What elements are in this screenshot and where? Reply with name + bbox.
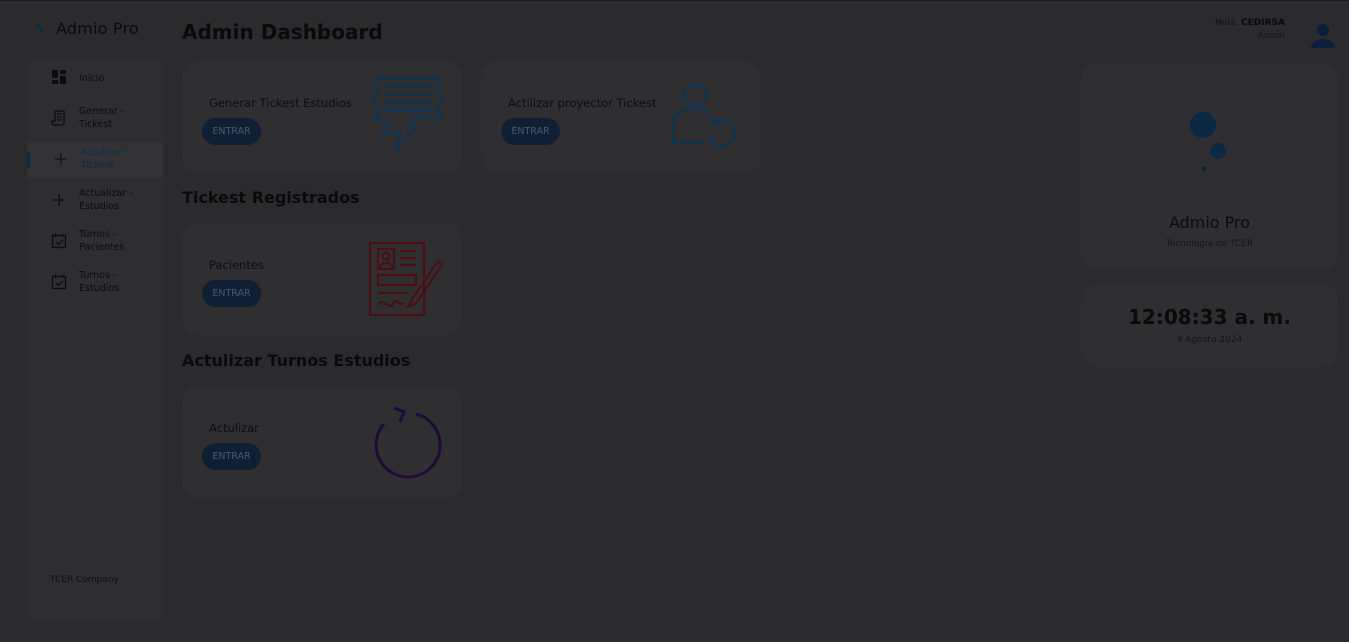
plus-icon [53,194,65,206]
refresh-icon [374,406,442,479]
page-title: Admin Dashboard [182,20,383,44]
document-icon [51,110,65,126]
patient-form-icon [368,241,444,317]
card-proyector-tickest: Actilizar proyector Tickest ENTRAR [481,61,761,173]
card-actulizar: Actulizar ENTRAR [182,386,462,498]
dashboard-icon [52,70,66,84]
brand-name: Admio Pro [56,19,139,38]
sidebar-item-actualizar-estudios[interactable]: Actualizar - Estudios [27,183,163,219]
brand-logo[interactable]: Admio Pro [34,19,139,38]
sidebar-item-label-line1: Actulizar - [81,147,129,158]
calendar-check-icon [51,274,67,290]
section-title-tickest-registrados: Tickest Registrados [182,188,360,207]
company-footer: TCER Company [50,575,119,585]
enter-button[interactable]: ENTRAR [202,118,261,145]
section-title-actulizar-turnos: Actulizar Turnos Estudios [182,351,411,370]
sidebar-item-label-line2: Estudios [79,201,120,212]
sidebar-item-inicio[interactable]: Inicio [27,60,163,96]
enter-button[interactable]: ENTRAR [501,118,560,145]
card-label: Pacientes [209,258,264,272]
clock-date: 9 Agosto 2024 [1176,335,1243,345]
clock-time: 12:08:33 a. m. [1128,305,1291,329]
card-generar-tickest: Generar Tickest Estudios ENTRAR [182,61,462,173]
sidebar-item-label-line1: Actualizar - [79,188,133,199]
info-title: Admio Pro [1168,213,1251,232]
sidebar-item-label-line2: Tickest [79,119,113,130]
sidebar-item-label-line1: Turnos - [79,229,117,240]
sidebar-item-label-line2: Tickest [81,160,115,171]
sidebar-item-actulizar-tickest[interactable]: Actulizar - Tickest [27,142,163,178]
ticket-icon [372,77,444,153]
user-role: Admin [1257,31,1285,41]
card-label: Actulizar [209,421,259,435]
sidebar-item-label-line1: Generar - [79,106,125,117]
sidebar-item-generar-tickest[interactable]: Generar - Tickest [27,101,163,137]
logo-dots-icon [1190,112,1226,172]
sidebar-item-label-line2: Estudios [79,283,120,294]
sidebar: Inicio Generar - Tickest Actulizar - Tic… [27,59,163,622]
sidebar-item-turnos-estudios[interactable]: Turnos - Estudios [27,265,163,301]
user-refresh-icon [671,82,736,147]
card-pacientes: Pacientes ENTRAR [182,223,462,335]
enter-button[interactable]: ENTRAR [202,443,261,470]
sidebar-item-turnos-pacientes[interactable]: Turnos - Pacientes [27,224,163,260]
calendar-check-icon [51,233,67,249]
user-greeting: Hola, CEDIRSA Admin [1215,17,1285,43]
greeting-text: Hola, [1215,18,1239,28]
info-subtitle: Tecnologia de TCER [1165,239,1254,249]
sidebar-item-label-line2: Pacientes [79,242,125,253]
user-avatar-icon[interactable] [1310,21,1336,49]
plus-icon [55,153,67,165]
card-label: Actilizar proyector Tickest [508,96,657,110]
logo-dots-icon [34,21,48,37]
active-indicator [27,152,30,168]
sidebar-item-label: Inicio [79,73,105,84]
enter-button[interactable]: ENTRAR [202,280,261,307]
clock-card: 12:08:33 a. m. 9 Agosto 2024 [1081,284,1338,367]
brand-info-card: Admio Pro Tecnologia de TCER [1081,63,1338,270]
card-label: Generar Tickest Estudios [209,96,352,110]
user-name: CEDIRSA [1241,18,1285,28]
sidebar-item-label-line1: Turnos - [79,270,117,281]
